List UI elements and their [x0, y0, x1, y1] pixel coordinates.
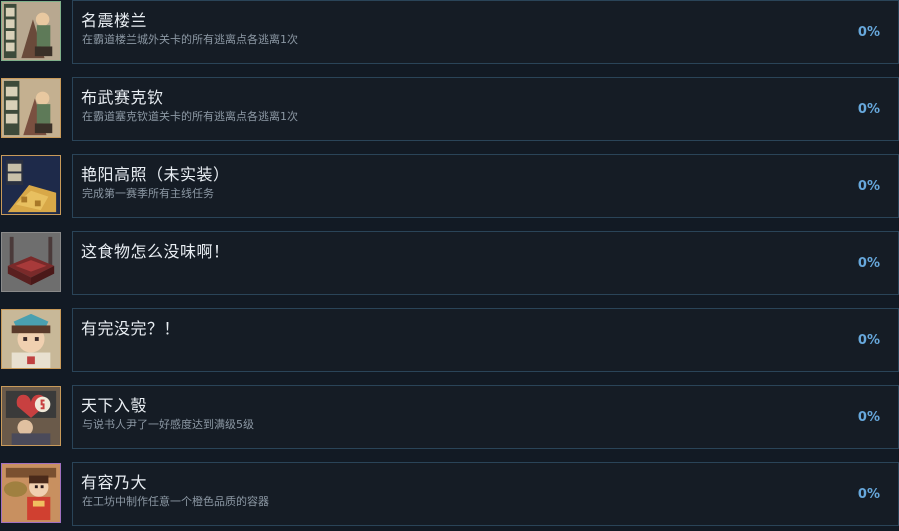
unlock-percentage: 0%: [857, 256, 880, 271]
achievement-description: 与说书人尹了一好感度达到满级5级: [82, 418, 254, 431]
achievement-title: 艳阳高照（未实装）: [81, 165, 230, 184]
golden-sun-icon: [1, 155, 61, 215]
achievement-title: 这食物怎么没味啊！: [81, 242, 230, 261]
achievement-panel: 有容乃大 在工坊中制作任意一个橙色品质的容器 0%: [72, 462, 899, 526]
achievement-row[interactable]: 有完没完？！ 0%: [0, 308, 899, 372]
achievement-row[interactable]: 有容乃大 在工坊中制作任意一个橙色品质的容器 0%: [0, 462, 899, 526]
achievement-panel: 布武赛克钦 在霸道塞克钦道关卡的所有逃离点各逃离1次 0%: [72, 77, 899, 141]
achievement-title: 名震楼兰: [81, 11, 148, 30]
achievement-description: 在工坊中制作任意一个橙色品质的容器: [82, 495, 269, 508]
achievement-panel: 名震楼兰 在霸道楼兰城外关卡的所有逃离点各逃离1次 0%: [72, 0, 899, 64]
workshop-container-icon: [1, 463, 61, 523]
achievement-description: 在霸道塞克钦道关卡的所有逃离点各逃离1次: [82, 110, 298, 123]
unlock-percentage: 0%: [857, 102, 880, 117]
achievement-description: 完成第一赛季所有主线任务: [82, 187, 214, 200]
angry-character-icon: [1, 309, 61, 369]
achievement-title: 布武赛克钦: [81, 88, 164, 107]
unlock-percentage: 0%: [857, 487, 880, 502]
achievement-row[interactable]: 这食物怎么没味啊！ 0%: [0, 231, 899, 295]
achievement-title: 天下入彀: [81, 396, 148, 415]
achievement-row[interactable]: 天下入彀 与说书人尹了一好感度达到满级5级 0%: [0, 385, 899, 449]
loulan-gate-icon: [1, 1, 61, 61]
unlock-percentage: 0%: [857, 25, 880, 40]
achievement-description: 在霸道楼兰城外关卡的所有逃离点各逃离1次: [82, 33, 298, 46]
achievement-panel: 有完没完？！ 0%: [72, 308, 899, 372]
achievement-row[interactable]: 艳阳高照（未实装） 完成第一赛季所有主线任务 0%: [0, 154, 899, 218]
achievement-list: 名震楼兰 在霸道楼兰城外关卡的所有逃离点各逃离1次 0% 布武赛克钦 在霸道塞克…: [0, 0, 899, 531]
achievement-row[interactable]: 布武赛克钦 在霸道塞克钦道关卡的所有逃离点各逃离1次 0%: [0, 77, 899, 141]
achievement-row[interactable]: 名震楼兰 在霸道楼兰城外关卡的所有逃离点各逃离1次 0%: [0, 0, 899, 64]
achievement-title: 有完没完？！: [81, 319, 181, 338]
unlock-percentage: 0%: [857, 333, 880, 348]
achievement-panel: 艳阳高照（未实装） 完成第一赛季所有主线任务 0%: [72, 154, 899, 218]
unlock-percentage: 0%: [857, 410, 880, 425]
saikeqin-road-icon: [1, 78, 61, 138]
unlock-percentage: 0%: [857, 179, 880, 194]
storyteller-heart-icon: [1, 386, 61, 446]
food-table-icon: [1, 232, 61, 292]
achievement-panel: 天下入彀 与说书人尹了一好感度达到满级5级 0%: [72, 385, 899, 449]
achievement-title: 有容乃大: [81, 473, 148, 492]
achievement-panel: 这食物怎么没味啊！ 0%: [72, 231, 899, 295]
